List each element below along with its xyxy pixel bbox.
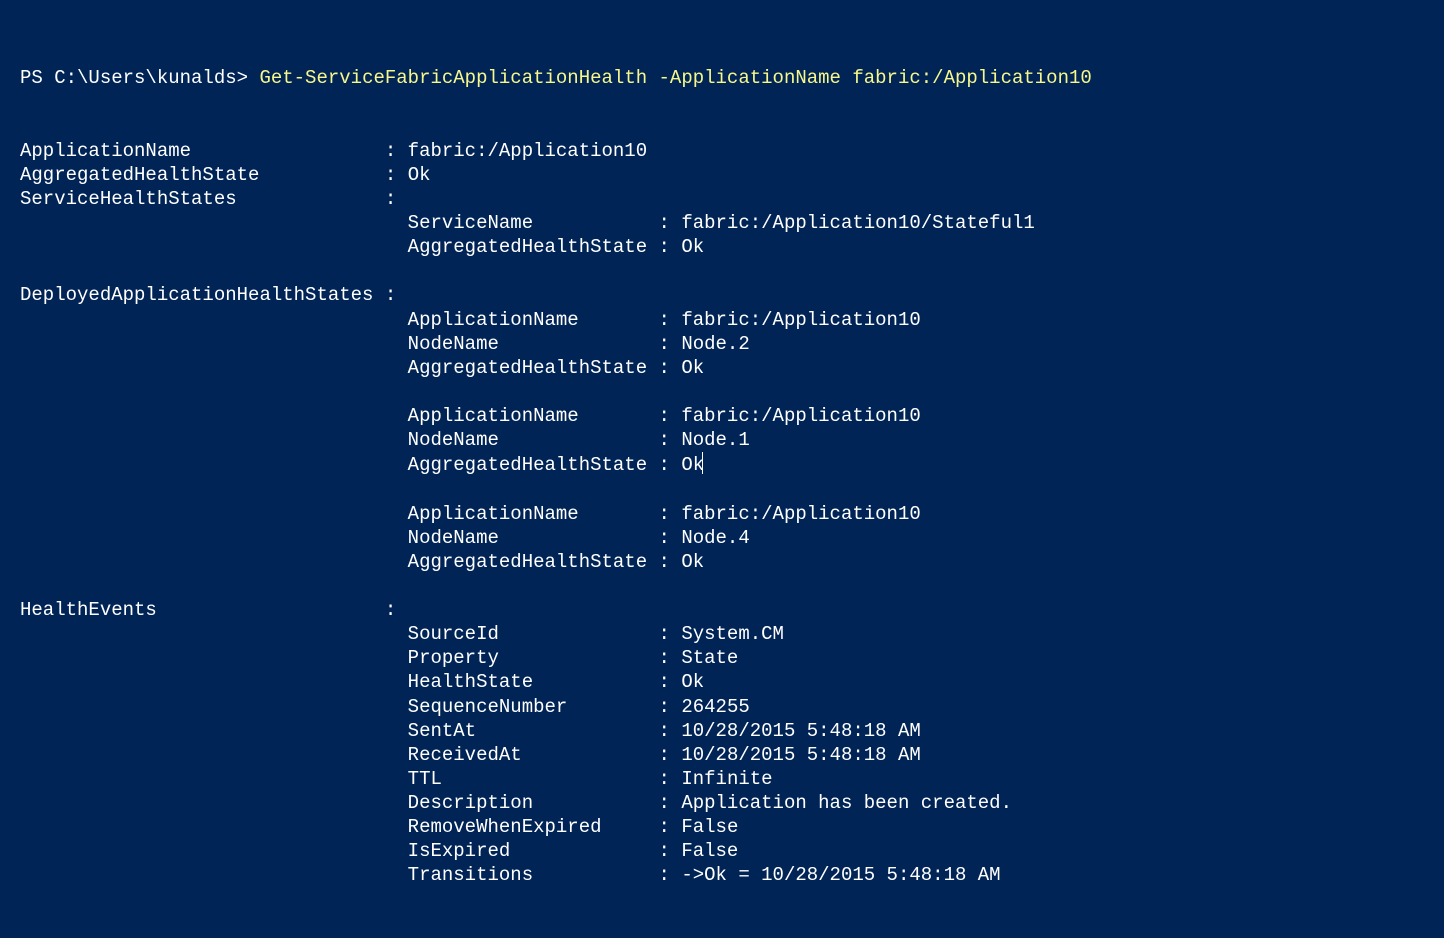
label-dahs0-appname: ApplicationName — [408, 309, 579, 331]
label-servicehealthstates: ServiceHealthStates — [20, 188, 237, 210]
value-dahs1-aggregated: Ok — [681, 454, 704, 476]
value-he-transitions: ->Ok = 10/28/2015 5:48:18 AM — [681, 864, 1000, 886]
label-he-removewhenexpired: RemoveWhenExpired — [408, 816, 602, 838]
label-he-property: Property — [408, 647, 499, 669]
label-healthevents: HealthEvents — [20, 599, 157, 621]
label-dahs1-aggregated: AggregatedHealthState — [408, 454, 647, 476]
label-he-sourceid: SourceId — [408, 623, 499, 645]
label-he-sequencenumber: SequenceNumber — [408, 696, 568, 718]
ps-prompt: PS C:\Users\kunalds> — [20, 67, 259, 89]
label-dahs2-appname: ApplicationName — [408, 503, 579, 525]
label-he-ttl: TTL — [408, 768, 442, 790]
value-he-ttl: Infinite — [681, 768, 772, 790]
label-dahs1-nodename: NodeName — [408, 429, 499, 451]
label-aggregatedhealthstate: AggregatedHealthState — [20, 164, 259, 186]
value-he-property: State — [681, 647, 738, 669]
value-dahs2-appname: fabric:/Application10 — [681, 503, 920, 525]
label-dahs2-aggregated: AggregatedHealthState — [408, 551, 647, 573]
value-aggregatedhealthstate: Ok — [408, 164, 431, 186]
value-he-description: Application has been created. — [681, 792, 1012, 814]
value-dahs0-aggregated: Ok — [681, 357, 704, 379]
label-he-healthstate: HealthState — [408, 671, 533, 693]
value-dahs0-nodename: Node.2 — [681, 333, 749, 355]
value-dahs2-aggregated: Ok — [681, 551, 704, 573]
text-cursor — [702, 452, 703, 474]
value-he-isexpired: False — [681, 840, 738, 862]
label-he-receivedat: ReceivedAt — [408, 744, 522, 766]
label-servicename: ServiceName — [408, 212, 533, 234]
value-shs-aggregated: Ok — [681, 236, 704, 258]
label-dahs0-nodename: NodeName — [408, 333, 499, 355]
label-dahs2-nodename: NodeName — [408, 527, 499, 549]
label-he-description: Description — [408, 792, 533, 814]
label-dahs1-appname: ApplicationName — [408, 405, 579, 427]
label-he-transitions: Transitions — [408, 864, 533, 886]
value-applicationname: fabric:/Application10 — [408, 140, 647, 162]
label-applicationname: ApplicationName — [20, 140, 191, 162]
label-shs-aggregated: AggregatedHealthState — [408, 236, 647, 258]
value-he-receivedat: 10/28/2015 5:48:18 AM — [681, 744, 920, 766]
label-he-isexpired: IsExpired — [408, 840, 511, 862]
value-he-sequencenumber: 264255 — [681, 696, 749, 718]
value-dahs1-nodename: Node.1 — [681, 429, 749, 451]
label-deployedapphealthstates: DeployedApplicationHealthStates — [20, 284, 373, 306]
value-he-sourceid: System.CM — [681, 623, 784, 645]
value-dahs2-nodename: Node.4 — [681, 527, 749, 549]
ps-command[interactable]: Get-ServiceFabricApplicationHealth -Appl… — [259, 67, 1091, 89]
value-he-removewhenexpired: False — [681, 816, 738, 838]
value-dahs1-appname: fabric:/Application10 — [681, 405, 920, 427]
label-dahs0-aggregated: AggregatedHealthState — [408, 357, 647, 379]
value-he-sentat: 10/28/2015 5:48:18 AM — [681, 720, 920, 742]
value-he-healthstate: Ok — [681, 671, 704, 693]
label-he-sentat: SentAt — [408, 720, 476, 742]
value-dahs0-appname: fabric:/Application10 — [681, 309, 920, 331]
value-shs-servicename: fabric:/Application10/Stateful1 — [681, 212, 1034, 234]
